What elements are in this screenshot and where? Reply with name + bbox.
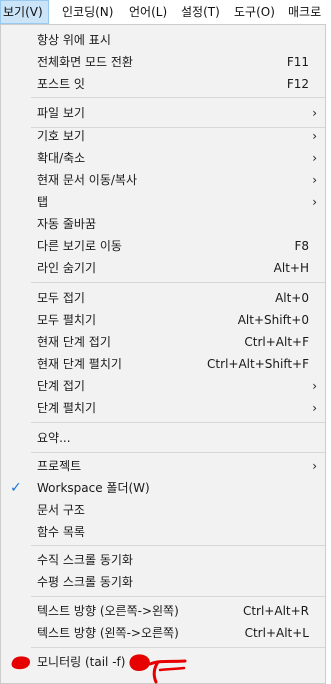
menu-item-label: 프로젝트 (37, 459, 82, 473)
submenu-arrow-icon: › (312, 379, 317, 393)
menu-item-label: 문서 구조 (37, 503, 85, 517)
menu-item-label: 포스트 잇 (37, 77, 85, 91)
menu-item-label: 기호 보기 (37, 129, 85, 143)
menu-item-label: 항상 위에 표시 (37, 33, 111, 47)
menu-item-label: 단계 펼치기 (37, 401, 97, 415)
menu-item-label: 수직 스크롤 동기화 (37, 553, 133, 567)
menu-item-symbols[interactable]: 기호 보기 › (1, 125, 325, 147)
shortcut-text: F12 (286, 77, 309, 91)
shortcut-text: Alt+H (273, 261, 309, 275)
menu-item-post-it[interactable]: 포스트 잇 F12 (1, 73, 325, 95)
menu-item-label: 수평 스크롤 동기화 (37, 575, 133, 589)
menu-item-label: Workspace 폴더(W) (37, 481, 150, 495)
submenu-arrow-icon: › (312, 459, 317, 473)
menu-separator (31, 282, 325, 283)
menu-macro[interactable]: 매크로 (288, 0, 321, 24)
menu-item-label: 모두 펼치기 (37, 313, 97, 327)
menu-item-label: 함수 목록 (37, 525, 85, 539)
menu-item-label: 현재 단계 접기 (37, 335, 111, 349)
menu-item-label: 현재 문서 이동/복사 (37, 173, 137, 187)
menu-item-label: 요약... (37, 431, 71, 445)
menu-item-word-wrap[interactable]: 자동 줄바꿈 (1, 213, 325, 235)
menu-item-fold-current[interactable]: 현재 단계 접기 Ctrl+Alt+F (1, 331, 325, 353)
menu-separator (31, 452, 325, 453)
menu-separator (31, 545, 325, 546)
submenu-arrow-icon: › (312, 173, 317, 187)
menu-item-label: 확대/축소 (37, 151, 86, 165)
menu-item-unfold-level[interactable]: 단계 펼치기 › (1, 397, 325, 419)
menu-item-sync-horizontal-scroll[interactable]: 수평 스크롤 동기화 (1, 571, 325, 593)
menu-language[interactable]: 언어(L) (129, 0, 167, 24)
menu-separator (31, 596, 325, 597)
menu-separator (31, 97, 325, 98)
menu-item-unfold-all[interactable]: 모두 펼치기 Alt+Shift+0 (1, 309, 325, 331)
menu-item-label: 라인 숨기기 (37, 261, 97, 275)
menu-item-zoom[interactable]: 확대/축소 › (1, 147, 325, 169)
menu-item-move-copy-document[interactable]: 현재 문서 이동/복사 › (1, 169, 325, 191)
menu-item-label: 텍스트 방향 (오른쪽->왼쪽) (37, 604, 179, 618)
menu-item-fold-level[interactable]: 단계 접기 › (1, 375, 325, 397)
menu-item-fullscreen[interactable]: 전체화면 모드 전환 F11 (1, 51, 325, 73)
shortcut-text: Alt+0 (275, 291, 309, 305)
shortcut-text: F11 (286, 55, 309, 69)
shortcut-text: Ctrl+Alt+Shift+F (207, 357, 309, 371)
menu-bar: 보기(V) 인코딩(N) 언어(L) 설정(T) 도구(O) 매크로 (0, 0, 331, 25)
menu-encoding[interactable]: 인코딩(N) (62, 0, 113, 24)
menu-item-file-view[interactable]: 파일 보기 › (1, 102, 325, 124)
menu-item-hide-lines[interactable]: 라인 숨기기 Alt+H (1, 257, 325, 279)
menu-item-label: 모두 접기 (37, 291, 85, 305)
submenu-arrow-icon: › (312, 106, 317, 120)
menu-separator (31, 422, 325, 423)
menu-item-always-on-top[interactable]: 항상 위에 표시 (1, 29, 325, 51)
menu-item-fold-all[interactable]: 모두 접기 Alt+0 (1, 287, 325, 309)
menu-item-tab[interactable]: 탭 › (1, 191, 325, 213)
submenu-arrow-icon: › (312, 129, 317, 143)
menu-item-label: 탭 (37, 195, 49, 209)
menu-item-text-rtl[interactable]: 텍스트 방향 (오른쪽->왼쪽) Ctrl+Alt+R (1, 600, 325, 622)
editor-background (326, 24, 331, 684)
menu-item-function-list[interactable]: 함수 목록 (1, 521, 325, 543)
shortcut-text: Ctrl+Alt+R (242, 604, 309, 618)
menu-item-summary[interactable]: 요약... (1, 427, 325, 449)
red-annotation-marks (11, 654, 187, 684)
menu-tools[interactable]: 도구(O) (234, 0, 275, 24)
shortcut-text: Ctrl+Alt+F (244, 335, 309, 349)
menu-item-label: 자동 줄바꿈 (37, 217, 97, 231)
menu-item-label: 전체화면 모드 전환 (37, 55, 133, 69)
menu-item-switch-view[interactable]: 다른 보기로 이동 F8 (1, 235, 325, 257)
menu-item-label: 단계 접기 (37, 379, 85, 393)
menu-item-workspace-folder[interactable]: ✓ Workspace 폴더(W) (1, 477, 325, 499)
menu-view[interactable]: 보기(V) (0, 0, 49, 24)
menu-item-label: 다른 보기로 이동 (37, 239, 122, 253)
menu-item-project[interactable]: 프로젝트 › (1, 455, 325, 477)
submenu-arrow-icon: › (312, 195, 317, 209)
menu-item-sync-vertical-scroll[interactable]: 수직 스크롤 동기화 (1, 549, 325, 571)
menu-item-label: 현재 단계 펼치기 (37, 357, 122, 371)
menu-item-label: 파일 보기 (37, 106, 85, 120)
menu-item-document-map[interactable]: 문서 구조 (1, 499, 325, 521)
menu-settings[interactable]: 설정(T) (181, 0, 220, 24)
view-dropdown-menu: 항상 위에 표시 전체화면 모드 전환 F11 포스트 잇 F12 파일 보기 … (0, 24, 326, 684)
shortcut-text: Alt+Shift+0 (237, 313, 309, 327)
menu-item-unfold-current[interactable]: 현재 단계 펼치기 Ctrl+Alt+Shift+F (1, 353, 325, 375)
check-icon: ✓ (10, 480, 22, 496)
submenu-arrow-icon: › (312, 151, 317, 165)
submenu-arrow-icon: › (312, 401, 317, 415)
shortcut-text: F8 (294, 239, 309, 253)
